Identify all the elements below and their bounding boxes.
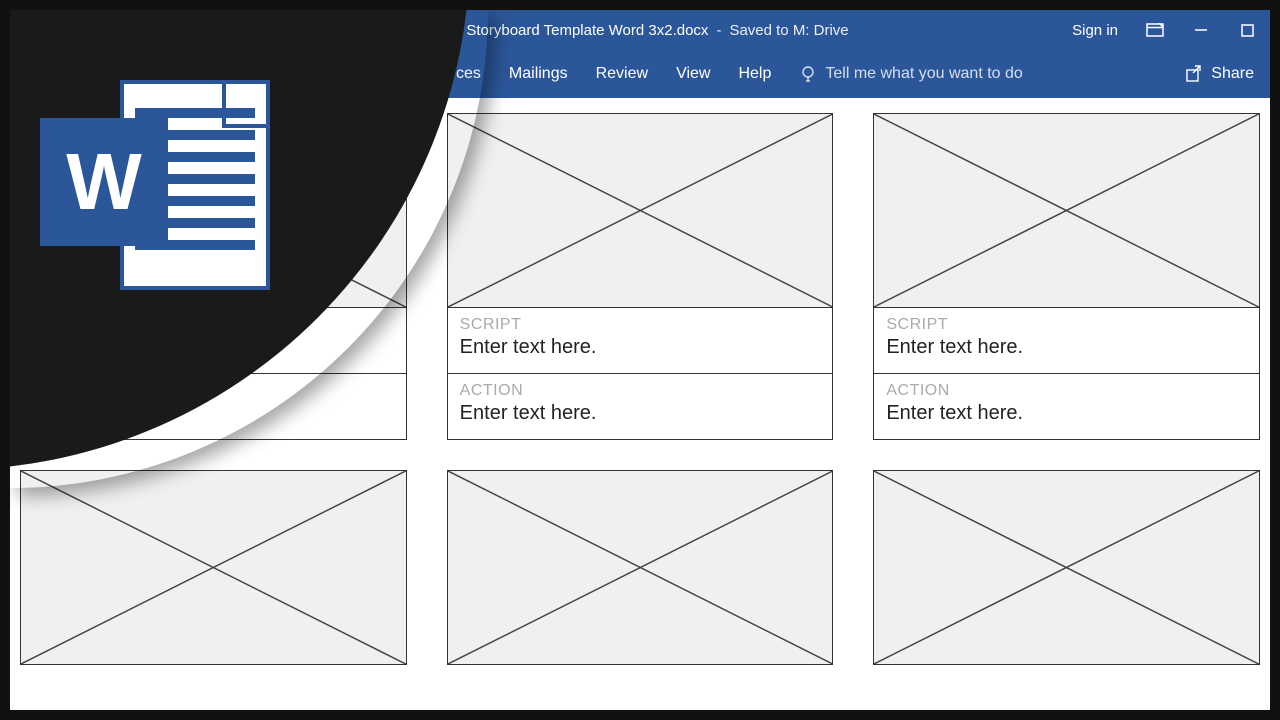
title-separator: - (716, 22, 721, 39)
storyboard-cell: SCRIPT Enter text here. ACTION Enter tex… (873, 113, 1260, 440)
action-field-text: Enter text here. (460, 402, 821, 425)
document-title-area: Free Storyboard Template Word 3x2.docx -… (431, 22, 848, 39)
storyboard-image-placeholder[interactable] (20, 470, 407, 665)
storyboard-image-placeholder[interactable] (447, 113, 834, 308)
word-logo-letter: W (66, 136, 142, 228)
script-field[interactable]: SCRIPT Enter text here. (873, 308, 1260, 374)
ribbon-display-icon (1146, 23, 1164, 37)
maximize-button[interactable] (1224, 10, 1270, 50)
action-field-label: ACTION (460, 382, 821, 400)
share-label: Share (1211, 65, 1254, 83)
x-cross-icon (874, 114, 1259, 307)
storyboard-image-placeholder[interactable] (873, 470, 1260, 665)
storyboard-cell (447, 470, 834, 665)
minimize-button[interactable] (1178, 10, 1224, 50)
storyboard-cell: SCRIPT Enter text here. ACTION Enter tex… (447, 113, 834, 440)
word-logo-tile: W (40, 118, 168, 246)
x-cross-icon (448, 114, 833, 307)
storyboard-row (20, 470, 1260, 665)
script-field[interactable]: SCRIPT Enter text here. (447, 308, 834, 374)
x-cross-icon (448, 471, 833, 664)
tab-review[interactable]: Review (596, 65, 648, 83)
tab-mailings[interactable]: Mailings (509, 65, 568, 83)
tell-me-search[interactable]: Tell me what you want to do (799, 65, 1022, 83)
lightbulb-icon (799, 65, 817, 83)
script-field-text: Enter text here. (460, 336, 821, 359)
script-field-label: SCRIPT (460, 316, 821, 334)
x-cross-icon (21, 471, 406, 664)
sign-in-button[interactable]: Sign in (1058, 22, 1132, 39)
minimize-icon (1194, 23, 1208, 37)
maximize-icon (1241, 24, 1254, 37)
titlebar-right: Sign in (1058, 10, 1270, 50)
tab-help[interactable]: Help (738, 65, 771, 83)
share-icon (1185, 65, 1203, 83)
x-cross-icon (874, 471, 1259, 664)
storyboard-cell (20, 470, 407, 665)
save-status: Saved to M: Drive (729, 22, 848, 39)
storyboard-cell (873, 470, 1260, 665)
action-field[interactable]: ACTION Enter text here. (873, 374, 1260, 440)
tab-view[interactable]: View (676, 65, 710, 83)
script-field-text: Enter text here. (886, 336, 1247, 359)
storyboard-image-placeholder[interactable] (447, 470, 834, 665)
action-field[interactable]: ACTION Enter text here. (447, 374, 834, 440)
ribbon-display-options-button[interactable] (1132, 10, 1178, 50)
share-button[interactable]: Share (1185, 65, 1254, 83)
action-field-text: Enter text here. (886, 402, 1247, 425)
script-field-label: SCRIPT (886, 316, 1247, 334)
tell-me-placeholder: Tell me what you want to do (825, 65, 1022, 83)
action-field-label: ACTION (886, 382, 1247, 400)
app-frame: Free Storyboard Template Word 3x2.docx -… (10, 10, 1270, 710)
document-name: Free Storyboard Template Word 3x2.docx (431, 22, 708, 39)
storyboard-image-placeholder[interactable] (873, 113, 1260, 308)
word-logo: W (40, 80, 270, 310)
